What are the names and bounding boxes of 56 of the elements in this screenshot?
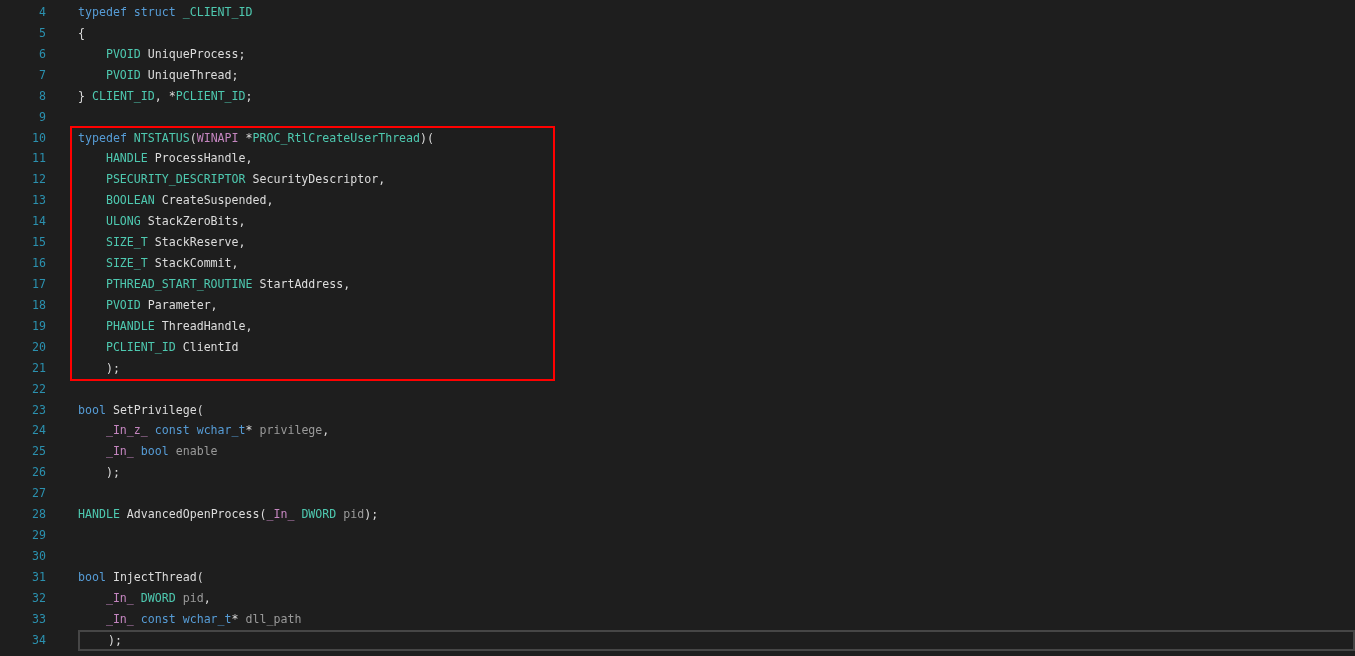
line-number: 23: [32, 401, 46, 419]
line-number: 27: [32, 485, 46, 503]
line-number: 34: [32, 631, 46, 649]
code-line: _In_z_ const wchar_t* privilege,: [104, 422, 331, 440]
line-number: 29: [32, 527, 46, 545]
code-line: PCLIENT_ID ClientId: [104, 338, 240, 356]
line-number: 25: [32, 443, 46, 461]
line-number: 22: [32, 380, 46, 398]
line-number: 6: [39, 45, 46, 63]
code-line: PHANDLE ThreadHandle,: [104, 317, 254, 335]
code-line: PTHREAD_START_ROUTINE StartAddress,: [104, 276, 352, 293]
line-number: 13: [32, 192, 46, 210]
code-line: SIZE_T StackReserve,: [104, 234, 247, 252]
code-line: _In_ bool enable: [104, 443, 219, 461]
line-number: 28: [32, 506, 46, 524]
code-line: HANDLE ProcessHandle,: [104, 150, 254, 168]
line-number: 16: [32, 255, 46, 273]
code-line: } CLIENT_ID, *PCLIENT_ID;: [78, 87, 254, 105]
line-number: 18: [32, 296, 46, 314]
line-number: 26: [32, 464, 46, 482]
line-number: 31: [32, 568, 46, 586]
code-line: HANDLE AdvancedOpenProcess(_In_ DWORD pid);: [78, 506, 380, 524]
code-line: _In_ DWORD pid,: [104, 589, 212, 607]
line-number: 4: [39, 4, 46, 21]
code-line: typedef NTSTATUS(WINAPI *PROC_RtlCreateUserThread)(: [78, 129, 436, 147]
line-number: 14: [32, 213, 46, 231]
code-line: PSECURITY_DESCRIPTOR SecurityDescriptor,: [104, 171, 387, 189]
code-line: PVOID Parameter,: [104, 296, 219, 314]
code-line: BOOLEAN CreateSuspended,: [104, 192, 275, 210]
line-number: 11: [32, 150, 46, 168]
code-line: bool InjectThread(: [78, 568, 205, 586]
line-number: 17: [32, 276, 46, 293]
line-number: 10: [32, 129, 46, 147]
line-number: 8: [39, 87, 46, 105]
line-number: 30: [32, 547, 46, 565]
code-line: SIZE_T StackCommit,: [104, 255, 240, 273]
line-number: 24: [32, 422, 46, 440]
line-number: 20: [32, 338, 46, 356]
code-line: PVOID UniqueProcess;: [104, 45, 247, 63]
code-line: PVOID UniqueThread;: [104, 66, 240, 84]
code-line: {: [78, 24, 86, 42]
line-number: 33: [32, 610, 46, 628]
line-number: 19: [32, 317, 46, 335]
code-line: typedef struct _CLIENT_ID: [78, 4, 254, 21]
line-number: 15: [32, 234, 46, 252]
code-line: );: [104, 359, 121, 377]
line-number: 32: [32, 589, 46, 607]
line-number: 5: [39, 24, 46, 42]
line-number: 7: [39, 66, 46, 84]
line-number: 21: [32, 359, 46, 377]
code-line: );: [104, 464, 121, 482]
line-number: 9: [39, 108, 46, 126]
code-line: bool SetPrivilege(: [78, 401, 205, 419]
code-line: ULONG StackZeroBits,: [104, 213, 247, 231]
code-line: _In_ const wchar_t* dll_path: [104, 610, 303, 628]
line-number: 12: [32, 171, 46, 189]
